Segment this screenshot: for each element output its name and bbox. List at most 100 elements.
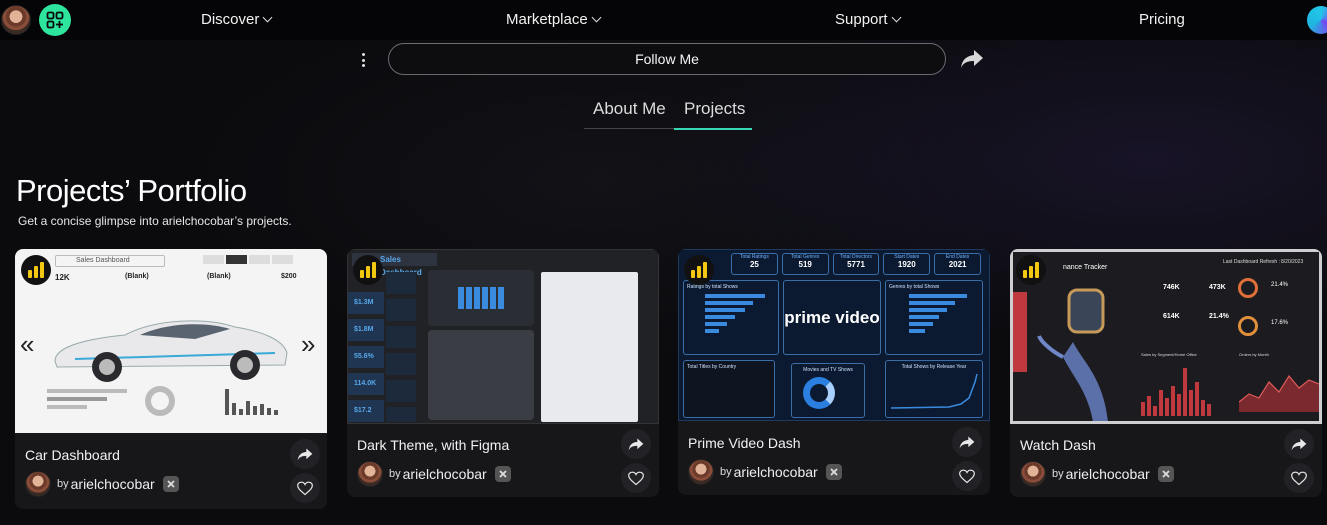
thumb-columns (225, 387, 278, 415)
card-author[interactable]: by arielchocobar (688, 459, 842, 485)
thumb-product-list (541, 272, 638, 422)
power-bi-icon (1016, 255, 1046, 285)
profile-tabs: About Me Projects (584, 99, 752, 130)
user-avatar[interactable] (1, 5, 31, 35)
thumb-kpi: 21.4% (1271, 282, 1289, 288)
share-button[interactable] (290, 439, 320, 469)
like-button[interactable] (621, 463, 651, 493)
share-button[interactable] (1284, 429, 1314, 459)
by-label: by (389, 468, 401, 480)
project-card-watch-dash[interactable]: nance Tracker Last Dashboard Refresh : 8… (1010, 249, 1322, 497)
share-button[interactable] (621, 429, 651, 459)
follow-button[interactable]: Follow Me (388, 43, 946, 75)
share-arrow-icon[interactable] (960, 48, 984, 70)
power-bi-icon (21, 255, 51, 285)
by-label: by (57, 478, 69, 490)
thumb-panel: Total Shows by Release Year (885, 360, 983, 418)
watch-hand-image (1037, 288, 1108, 421)
share-arrow-icon (297, 448, 313, 460)
carousel-next-arrow[interactable]: » (301, 329, 315, 360)
share-button[interactable] (952, 427, 982, 457)
thumb-kpi: 614K (1163, 313, 1180, 320)
tab-projects[interactable]: Projects (674, 99, 752, 130)
thumb-panel: Movies and TV Shows (791, 363, 865, 418)
thumb-ring (1238, 316, 1258, 336)
author-name[interactable]: arielchocobar (734, 464, 818, 480)
project-card-prime-video[interactable]: Total Ratings 25 Total Genres 519 Total Di… (678, 249, 990, 495)
tab-about-me[interactable]: About Me (593, 99, 666, 129)
project-thumbnail[interactable]: Sales Dashboard 12K (Blank) (Blank) $200… (15, 249, 327, 433)
card-author[interactable]: by arielchocobar (1020, 461, 1174, 487)
thumb-kpi: 1920 (897, 260, 916, 269)
project-card-car-dashboard[interactable]: Sales Dashboard 12K (Blank) (Blank) $200… (15, 249, 327, 509)
like-button[interactable] (952, 461, 982, 491)
thumb-panel: Total Titles by Country (683, 360, 775, 418)
card-title[interactable]: Dark Theme, with Figma (357, 437, 509, 453)
author-name[interactable]: arielchocobar (1066, 466, 1150, 482)
heart-icon (628, 471, 644, 485)
chevron-down-icon (262, 12, 273, 23)
author-name[interactable]: arielchocobar (71, 476, 155, 492)
by-label: by (720, 466, 732, 478)
thumb-sparklines (386, 272, 416, 422)
thumb-kpi: (Blank) (125, 273, 149, 280)
thumb-kpi: $1.3M (348, 292, 384, 314)
thumb-panel: Genres by total Shows (885, 280, 983, 355)
chevron-down-icon (591, 12, 602, 23)
verified-badge-icon (1157, 466, 1174, 482)
carousel-prev-arrow[interactable]: « (20, 329, 34, 360)
share-arrow-icon (628, 438, 644, 450)
card-title[interactable]: Watch Dash (1020, 437, 1096, 453)
card-title[interactable]: Prime Video Dash (688, 435, 801, 451)
thumb-panel-title: Orders by Month (1239, 352, 1269, 357)
nav-marketplace[interactable]: Marketplace (506, 11, 602, 28)
heart-icon (1291, 471, 1307, 485)
thumb-panel-title: Movies and TV Shows (803, 367, 853, 373)
like-button[interactable] (1284, 463, 1314, 493)
thumb-kpi: 2021 (948, 260, 967, 269)
author-avatar (25, 471, 51, 497)
chevron-down-icon (891, 12, 901, 23)
nav-discover[interactable]: Discover (201, 11, 273, 28)
nav-pricing-label: Pricing (1139, 11, 1185, 28)
thumb-kpi: (Blank) (207, 273, 231, 280)
nav-discover-label: Discover (201, 11, 260, 28)
thumb-kpi: $200 (281, 273, 297, 280)
thumb-kpi: 746K (1163, 284, 1180, 291)
verified-badge-icon (162, 476, 179, 492)
thumb-kpi: 5771 (847, 260, 865, 269)
thumb-kpi: 114.0K (348, 373, 384, 395)
nav-support[interactable]: Support (835, 11, 901, 28)
thumb-kpi: 519 (798, 260, 812, 269)
card-title[interactable]: Car Dashboard (25, 447, 120, 463)
power-bi-icon (684, 255, 714, 285)
thumb-header: nance Tracker (1063, 264, 1108, 271)
share-arrow-icon (959, 436, 975, 448)
thumb-donut (145, 386, 175, 416)
apps-plus-icon[interactable] (39, 4, 71, 36)
project-thumbnail[interactable]: Sales Dashboard $1.3M $1.8M 55.6% 114.0K… (347, 249, 659, 424)
nav-pricing[interactable]: Pricing (1139, 11, 1185, 28)
kebab-menu-icon[interactable] (356, 50, 370, 70)
card-author[interactable]: by arielchocobar (25, 471, 179, 497)
thumb-kpi: 55.6% (348, 346, 384, 368)
like-button[interactable] (290, 473, 320, 503)
thumb-panel: Ratings by total Shows (683, 280, 779, 355)
thumb-date: 8/20/2023 (1281, 259, 1304, 265)
thumb-ring (1238, 278, 1258, 298)
verified-badge-icon (825, 464, 842, 480)
thumb-kpi: 25 (749, 260, 759, 269)
author-avatar (357, 461, 383, 487)
verified-badge-icon (494, 466, 511, 482)
author-avatar (688, 459, 714, 485)
project-thumbnail[interactable]: nance Tracker Last Dashboard Refresh : 8… (1010, 249, 1322, 424)
project-thumbnail[interactable]: Total Ratings 25 Total Genres 519 Total Di… (678, 249, 990, 421)
share-arrow-icon (1291, 438, 1307, 450)
thumb-kpi: 12K (55, 273, 70, 282)
card-author[interactable]: by arielchocobar (357, 461, 511, 487)
project-card-dark-theme[interactable]: Sales Dashboard $1.3M $1.8M 55.6% 114.0K… (347, 249, 659, 497)
brand-logo-icon[interactable] (1307, 6, 1327, 34)
thumb-table (428, 330, 534, 420)
heart-icon (959, 469, 975, 483)
author-name[interactable]: arielchocobar (403, 466, 487, 482)
